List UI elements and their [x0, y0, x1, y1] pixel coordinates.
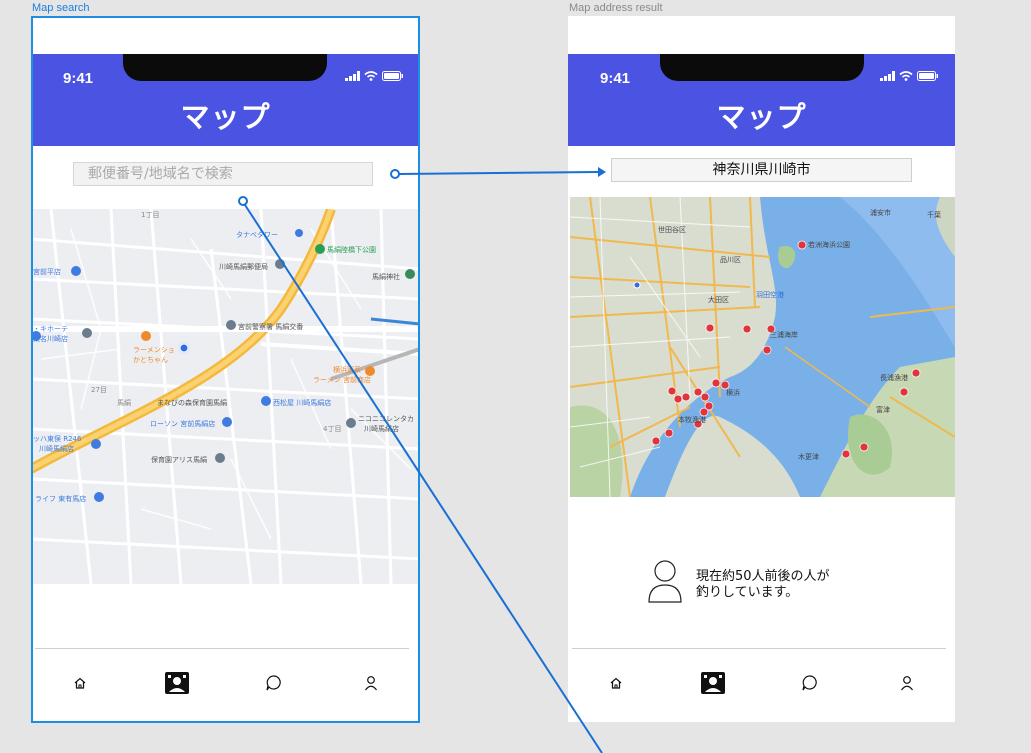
- map-label: ライフ 東有馬店: [35, 494, 86, 503]
- map-label: 浦安市: [870, 208, 891, 217]
- tab-divider: [35, 648, 409, 649]
- page-title: マップ: [180, 100, 271, 134]
- tab-profile[interactable]: [858, 668, 955, 698]
- map-view[interactable]: タナベタワー 馬絹陸橋下公園 川崎馬絹郵便局 馬絹神社 宮前平店 ・キホーテ 東…: [31, 209, 420, 584]
- page-title: マップ: [716, 100, 807, 134]
- map-label: ・キホーテ: [33, 325, 68, 333]
- map-label: 羽田空港: [756, 290, 784, 299]
- home-icon: [610, 677, 622, 689]
- battery-icon: [917, 71, 938, 81]
- map-label: 横浜: [726, 388, 740, 397]
- map-search-screen: 9:41 マップ 郵便番号/地域名で検索 タナベタワー 馬絹陸橋下公園 川崎馬絹…: [31, 16, 420, 723]
- map-label: 富津: [876, 405, 890, 414]
- status-icons: [880, 71, 939, 81]
- map-label: 宮前警察署 馬絹交番: [238, 322, 303, 331]
- map-label: 東名川崎店: [33, 334, 68, 343]
- signal-icon: [880, 71, 895, 81]
- chat-icon: [802, 675, 817, 691]
- map-label: 大田区: [708, 295, 729, 304]
- map-label: 27目: [91, 386, 107, 394]
- address-field[interactable]: 神奈川県川崎市: [611, 158, 912, 182]
- angler-count-text: 現在約50人前後の人が釣りしています。: [696, 569, 830, 600]
- map-label: 若洲海浜公園: [808, 240, 850, 249]
- angler-count-info: 現在約50人前後の人が釣りしています。: [648, 559, 836, 603]
- map-label: 川崎馬絹店: [364, 424, 399, 433]
- map-label: 1丁目: [141, 211, 159, 219]
- map-icon: [701, 672, 726, 694]
- map-result-screen: 9:41 マップ 神奈川県川崎市 世田谷区 品川区 大田区 羽田空港 若洲海浜公…: [568, 16, 955, 722]
- map-label: 宮前平店: [33, 267, 61, 276]
- chat-icon: [266, 675, 281, 691]
- map-label: 品川区: [720, 256, 741, 264]
- wifi-icon: [364, 71, 378, 81]
- map-icon: [164, 672, 189, 694]
- battery-icon: [382, 71, 403, 81]
- status-time: 9:41: [600, 70, 631, 87]
- map-label: ッハ東俣 R246: [33, 434, 82, 443]
- status-time: 9:41: [63, 70, 94, 87]
- map-label: 本牧漁港: [678, 415, 706, 424]
- map-label: 長浦漁港: [880, 373, 908, 382]
- map-label: ローソン 宮前馬絹店: [150, 419, 215, 428]
- map-label: タナベタワー: [236, 230, 278, 239]
- map-label: かとちゃん: [133, 356, 168, 364]
- frame-label-map-result: Map address result: [569, 2, 663, 14]
- map-label: ラーメン 宮前商店: [313, 375, 371, 384]
- search-input[interactable]: 郵便番号/地域名で検索: [73, 162, 373, 186]
- person-icon: [648, 560, 682, 603]
- frame-label-map-search: Map search: [32, 2, 90, 14]
- map-label: 馬絹陸橋下公園: [327, 245, 376, 254]
- wifi-icon: [899, 71, 913, 81]
- tab-chat[interactable]: [762, 668, 859, 698]
- map-label: 馬絹神社: [372, 272, 400, 281]
- signal-icon: [345, 71, 360, 81]
- tab-chat[interactable]: [226, 668, 323, 698]
- map-view[interactable]: 世田谷区 品川区 大田区 羽田空港 若洲海浜公園 三浦海岸 本牧漁港 横浜 長浦…: [570, 197, 955, 497]
- bottom-nav: [31, 668, 420, 698]
- status-icons: [345, 71, 404, 81]
- profile-icon: [900, 676, 913, 691]
- map-label: ラーメンショ: [133, 346, 175, 354]
- map-label: 保育園アリス馬絹: [151, 455, 207, 464]
- bottom-nav: [568, 668, 955, 698]
- map-label: 三浦海岸: [770, 330, 798, 339]
- map-label: 馬絹: [117, 398, 131, 407]
- map-label: 川崎馬絹郵便局: [219, 262, 268, 271]
- tab-home[interactable]: [31, 668, 128, 698]
- map-label: 横浜家系: [333, 365, 361, 374]
- street-map: タナベタワー 馬絹陸橋下公園 川崎馬絹郵便局 馬絹神社 宮前平店 ・キホーテ 東…: [31, 209, 420, 584]
- map-label: 千葉: [927, 210, 941, 219]
- bay-map: 世田谷区 品川区 大田区 羽田空港 若洲海浜公園 三浦海岸 本牧漁港 横浜 長浦…: [570, 197, 955, 497]
- device-notch: [660, 54, 864, 81]
- tab-map[interactable]: [665, 668, 762, 698]
- map-label: 4丁目: [323, 425, 341, 433]
- map-label: まなびの森保育園馬絹: [157, 398, 227, 407]
- tab-profile[interactable]: [323, 668, 420, 698]
- tab-divider: [572, 648, 946, 649]
- home-icon: [74, 677, 86, 689]
- tab-map[interactable]: [128, 668, 225, 698]
- map-label: 世田谷区: [658, 225, 686, 234]
- map-label: 西松屋 川崎馬絹店: [273, 398, 331, 407]
- device-notch: [123, 54, 327, 81]
- tab-home[interactable]: [568, 668, 665, 698]
- map-label: ニコニコレンタカ: [358, 414, 414, 423]
- profile-icon: [365, 676, 378, 691]
- map-label: 川崎馬絹店: [39, 444, 74, 453]
- map-label: 木更津: [798, 452, 819, 461]
